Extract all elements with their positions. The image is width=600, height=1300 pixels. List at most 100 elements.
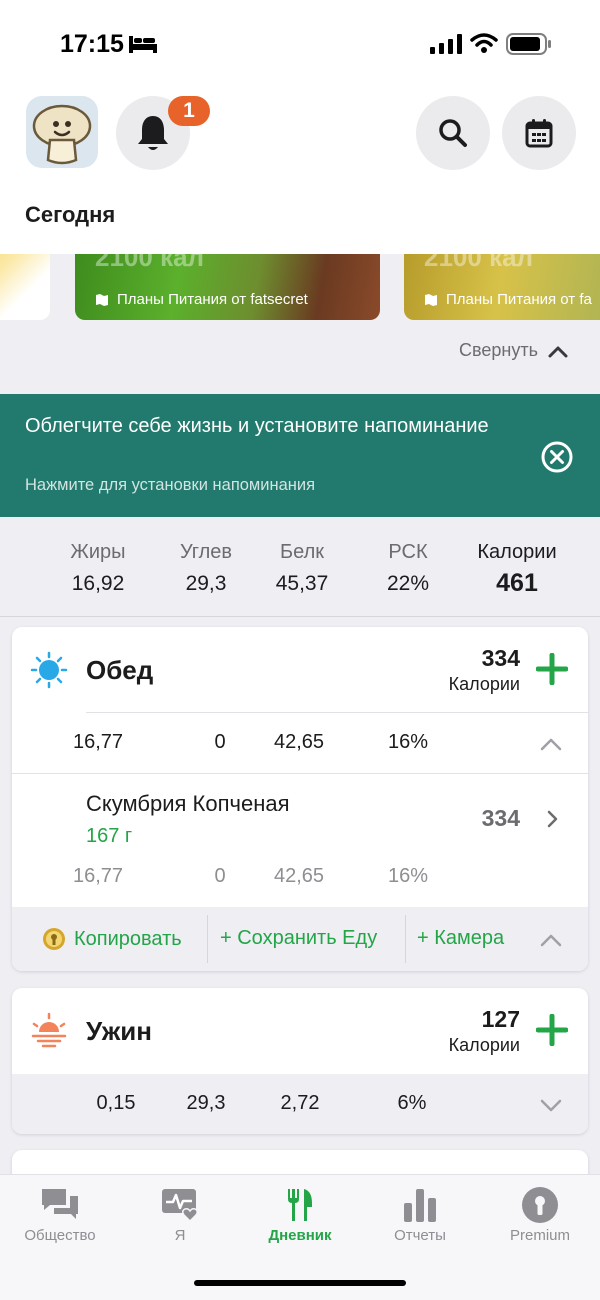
macro-fat: 16,77 xyxy=(72,731,124,753)
meal-plan-label-text: Планы Питания от fatsecret xyxy=(117,291,308,308)
summary-rdi-value: 22% xyxy=(386,572,430,595)
chevron-up-icon[interactable] xyxy=(540,737,562,751)
meal-plan-label-text: Планы Питания от fa xyxy=(446,291,592,308)
tab-label: Я xyxy=(174,1227,186,1244)
header: 1 Сегодня xyxy=(0,88,600,254)
tab-community[interactable]: Общество xyxy=(0,1183,120,1244)
macro-fat: 0,15 xyxy=(96,1092,136,1114)
map-icon xyxy=(96,293,108,306)
meal-plan-label: Планы Питания от fatsecret xyxy=(95,291,308,308)
collapse-label: Свернуть xyxy=(459,340,538,360)
chevron-right-icon xyxy=(547,810,558,828)
search-button[interactable] xyxy=(416,96,490,170)
keyhole-icon xyxy=(522,1187,558,1223)
divider xyxy=(12,773,588,774)
divider xyxy=(405,915,406,963)
summary-fat: Жиры 16,92 xyxy=(52,541,144,596)
summary-protein: Белк 45,37 xyxy=(256,541,348,596)
meal-plan-card[interactable] xyxy=(0,254,50,320)
summary-carbs-value: 29,3 xyxy=(185,572,227,595)
summary-protein-label: Белк xyxy=(279,541,324,563)
summary-rdi-label: РСК xyxy=(388,541,428,563)
add-food-button[interactable] xyxy=(536,653,568,685)
macro-fat: 16,77 xyxy=(72,865,124,887)
meal-macros-row[interactable]: 16,77 0 42,65 16% xyxy=(12,713,588,773)
tab-reports[interactable]: Отчеты xyxy=(360,1183,480,1244)
meal-card-dinner: Ужин 127 Калории 0,15 29,3 2,72 6% xyxy=(12,988,588,1134)
divider xyxy=(207,915,208,963)
meal-calories-label: Калории xyxy=(448,1035,520,1055)
meal-calories-value: 127 xyxy=(481,1006,520,1032)
save-food-button[interactable]: + Сохранить Еду xyxy=(220,927,377,950)
camera-button[interactable]: + Камера xyxy=(417,927,504,950)
add-food-button[interactable] xyxy=(536,1014,568,1046)
tab-label: Дневник xyxy=(268,1227,332,1244)
fork-knife-icon xyxy=(288,1189,312,1221)
macro-rdi: 16% xyxy=(387,865,429,887)
macro-carbs: 0 xyxy=(214,731,226,753)
meal-plan-label: Планы Питания от fa xyxy=(424,291,592,308)
chat-icon xyxy=(42,1189,78,1219)
calendar-button[interactable] xyxy=(502,96,576,170)
macro-carbs: 0 xyxy=(214,865,226,887)
mushroom-avatar-icon xyxy=(32,104,92,165)
macro-protein: 42,65 xyxy=(273,731,325,753)
notification-badge: 1 xyxy=(168,96,210,126)
chevron-up-icon[interactable] xyxy=(540,933,562,947)
daily-summary: Жиры 16,92 Углев 29,3 Белк 45,37 РСК 22%… xyxy=(0,517,600,617)
sun-icon xyxy=(30,651,68,689)
bell-icon xyxy=(138,116,168,150)
search-icon xyxy=(439,119,467,147)
collapse-button[interactable]: Свернуть xyxy=(459,340,568,361)
status-time: 17:15 xyxy=(60,30,124,58)
summary-calories-value: 461 xyxy=(496,569,538,597)
avatar[interactable] xyxy=(26,96,98,168)
copy-label: Копировать xyxy=(74,927,182,950)
summary-protein-value: 45,37 xyxy=(275,572,329,595)
chevron-down-icon[interactable] xyxy=(540,1098,562,1112)
meal-calories-value: 334 xyxy=(481,645,520,671)
macro-protein: 2,72 xyxy=(280,1092,320,1114)
chevron-up-icon xyxy=(548,346,568,357)
tab-me[interactable]: Я xyxy=(120,1183,240,1244)
reminder-title: Облегчите себе жизнь и установите напоми… xyxy=(25,415,489,437)
summary-fat-value: 16,92 xyxy=(71,572,125,595)
bed-icon xyxy=(129,36,157,53)
wifi-icon xyxy=(470,33,498,53)
food-calories: 334 xyxy=(481,805,520,831)
meal-calories: 127 Калории xyxy=(449,1006,520,1056)
tab-diary[interactable]: Дневник xyxy=(240,1183,360,1244)
meal-plans-carousel[interactable]: 2100 кал Планы Питания от fatsecret 2100… xyxy=(0,254,600,332)
food-name: Скумбрия Копченая xyxy=(86,791,290,816)
close-circle-icon[interactable] xyxy=(540,440,574,474)
macro-protein: 42,65 xyxy=(273,865,325,887)
sunset-icon xyxy=(31,1012,67,1048)
copy-button[interactable]: Копировать xyxy=(42,927,182,951)
summary-calories: Калории 461 xyxy=(462,541,572,598)
macro-rdi: 6% xyxy=(397,1092,427,1114)
meal-plan-card[interactable]: 2100 кал Планы Питания от fa xyxy=(404,254,600,320)
meal-title: Обед xyxy=(86,655,154,685)
meal-actions-bar: Копировать + Сохранить Еду + Камера xyxy=(12,907,588,971)
summary-rdi: РСК 22% xyxy=(362,541,454,596)
map-icon xyxy=(425,293,437,306)
bar-chart-icon xyxy=(404,1189,436,1222)
calendar-icon xyxy=(525,119,553,148)
reminder-subtitle: Нажмите для установки напоминания xyxy=(25,476,316,494)
macro-rdi: 16% xyxy=(387,731,429,753)
summary-fat-label: Жиры xyxy=(70,541,126,563)
keyhole-coin-icon xyxy=(43,928,65,950)
meal-plan-card[interactable]: 2100 кал Планы Питания от fatsecret xyxy=(75,254,380,320)
save-food-label: + Сохранить Еду xyxy=(220,927,378,949)
meal-macros-row[interactable]: 0,15 29,3 2,72 6% xyxy=(12,1074,588,1134)
tab-premium[interactable]: Premium xyxy=(480,1183,600,1244)
page-title: Сегодня xyxy=(25,202,116,227)
heart-pulse-icon xyxy=(162,1189,199,1223)
food-weight: 167 г xyxy=(86,825,133,847)
reminder-banner[interactable]: Облегчите себе жизнь и установите напоми… xyxy=(0,394,600,517)
meal-card-lunch: Обед 334 Калории 16,77 0 42,65 16% Скумб… xyxy=(12,627,588,971)
battery-icon xyxy=(506,33,551,55)
home-indicator[interactable] xyxy=(194,1280,406,1286)
summary-carbs: Углев 29,3 xyxy=(160,541,252,596)
tab-label: Premium xyxy=(509,1227,570,1244)
